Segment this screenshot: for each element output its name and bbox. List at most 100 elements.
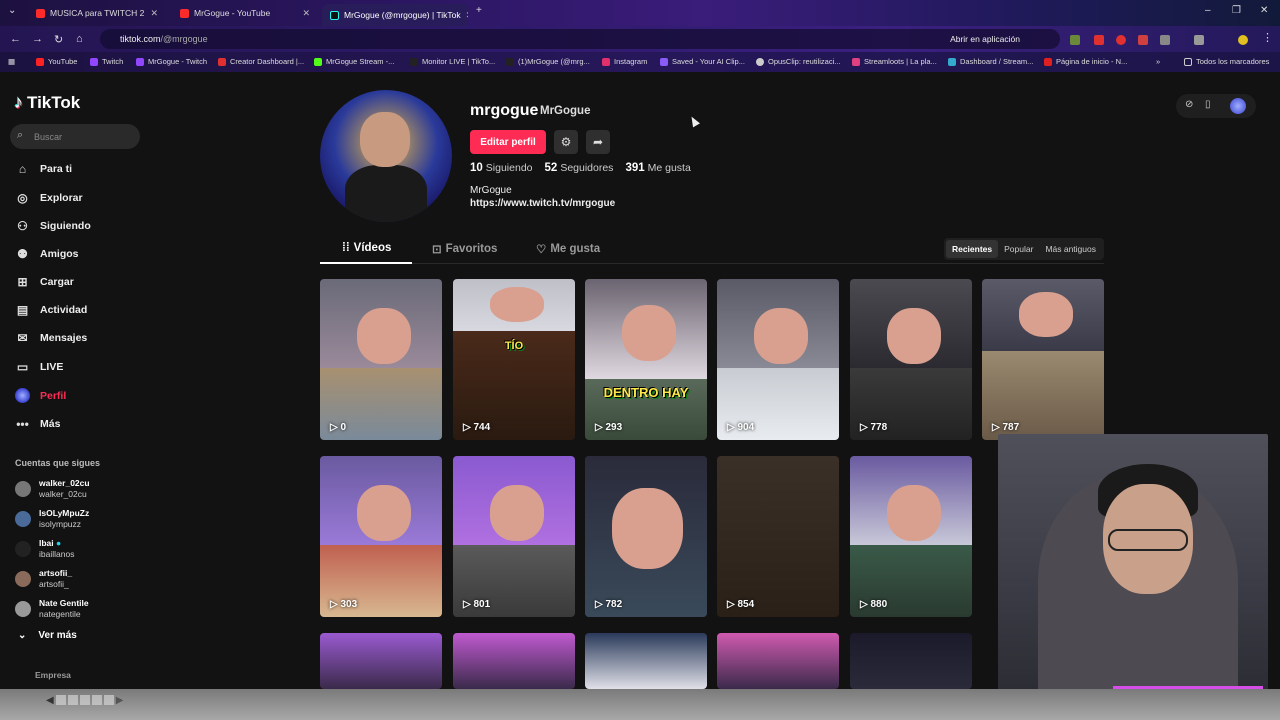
video-thumbnail[interactable] (320, 633, 442, 689)
tab-liked[interactable]: ♡ Me gusta (536, 242, 600, 256)
extension-icon[interactable] (1094, 35, 1104, 45)
new-tab-icon[interactable]: + (476, 5, 482, 16)
forward-icon[interactable]: → (32, 33, 43, 45)
sort-recent[interactable]: Recientes (945, 240, 999, 258)
browser-tab-music[interactable]: MUSICA para TWITCH 2 ✕ (28, 3, 166, 23)
download-icon[interactable] (1194, 35, 1204, 45)
extension-icon[interactable] (1138, 35, 1148, 45)
sort-popular[interactable]: Popular (998, 240, 1039, 258)
share-icon[interactable]: ➦ (586, 130, 610, 154)
nav-cargar[interactable]: ⊞ Cargar (15, 275, 73, 289)
next-icon[interactable]: ▶ (116, 695, 124, 706)
minimize-icon[interactable]: – (1205, 5, 1211, 16)
upload-icon: ⊞ (17, 275, 28, 289)
bookmark-item[interactable]: MrGogue - Twitch (136, 57, 207, 66)
profile-avatar[interactable] (320, 90, 452, 222)
see-more-button[interactable]: ⌄ Ver más (18, 630, 77, 641)
tab-favorites[interactable]: ⊡ Favoritos (432, 242, 497, 256)
menu-kebab-icon[interactable]: ⋮ (1262, 31, 1273, 44)
tab-videos[interactable]: ⁞⁞ Vídeos (342, 242, 391, 254)
bio-link[interactable]: https://www.twitch.tv/mrgogue (470, 197, 615, 210)
video-thumbnail[interactable]: ▷ 0 (320, 279, 442, 440)
bookmark-label: OpusClip: reutilizaci... (768, 57, 841, 66)
following-stat[interactable]: 10 Siguiendo (470, 162, 533, 174)
video-thumbnail[interactable]: TÍO ▷ 744 (453, 279, 575, 440)
video-thumbnail[interactable]: ▷ 854 (717, 456, 839, 617)
bookmarks-overflow-icon[interactable]: » (1156, 57, 1160, 66)
home-browser-icon[interactable]: ⌂ (76, 33, 83, 45)
nav-perfil[interactable]: Perfil (15, 388, 66, 403)
bookmark-item[interactable]: OpusClip: reutilizaci... (756, 57, 841, 66)
nav-mensajes[interactable]: ✉ Mensajes (15, 331, 87, 345)
open-in-app-button[interactable]: Abrir en aplicación (950, 34, 1020, 44)
tiktok-logo[interactable]: ♪ TikTok (14, 92, 80, 113)
back-icon[interactable]: ← (10, 33, 21, 45)
bookmark-item[interactable]: Creator Dashboard |... (218, 57, 304, 66)
bookmark-item[interactable]: (1)MrGogue (@mrg... (506, 57, 590, 66)
extension-icon[interactable] (1070, 35, 1080, 45)
maximize-icon[interactable]: ❐ (1232, 5, 1241, 16)
browser-tab-tiktok[interactable]: MrGogue (@mrgogue) | TikTok ✕ (322, 4, 468, 26)
nav-siguiendo[interactable]: ⚇ Siguiendo (15, 219, 91, 233)
tab-search-icon[interactable]: ⌄ (8, 5, 16, 16)
company-link[interactable]: Empresa (35, 670, 71, 680)
video-thumbnail[interactable]: ▷ 787 (982, 279, 1104, 440)
close-tab-icon[interactable]: ✕ (150, 8, 158, 19)
tiktok-page: ♪ TikTok ⌕ ⌂ Para ti ◎ Explorar ⚇ Siguiendo… (0, 72, 1280, 720)
reload-icon[interactable]: ↻ (54, 33, 63, 46)
nav-amigos[interactable]: ⚉ Amigos (15, 247, 78, 261)
edit-profile-button[interactable]: Editar perfil (470, 130, 546, 154)
more-icon: ••• (16, 417, 29, 431)
nav-actividad[interactable]: ▤ Actividad (15, 303, 87, 317)
bookmark-item[interactable]: MrGogue Stream -... (314, 57, 394, 66)
bookmark-item[interactable]: Streamloots | La pla... (852, 57, 937, 66)
address-bar[interactable]: tiktok.com/@mrgogue Abrir en aplicación (100, 29, 1060, 49)
nav-para-ti[interactable]: ⌂ Para ti (15, 162, 72, 176)
following-account[interactable]: artsofii_ artsofii_ (15, 568, 72, 590)
search-box[interactable]: ⌕ (10, 124, 140, 149)
extensions-puzzle-icon[interactable] (1160, 35, 1170, 45)
video-thumbnail[interactable]: ▷ 778 (850, 279, 972, 440)
bookmark-item[interactable]: YouTube (36, 57, 77, 66)
bookmark-item[interactable]: Monitor LIVE | TikTo... (410, 57, 495, 66)
close-window-icon[interactable]: ✕ (1260, 5, 1268, 16)
following-account[interactable]: walker_02cu walker_02cu (15, 478, 90, 500)
nav-live[interactable]: ▭ LIVE (15, 360, 64, 374)
bookmark-item[interactable]: Instagram (602, 57, 647, 66)
compass-small-icon[interactable]: ⊘ (1185, 99, 1193, 110)
video-thumbnail[interactable]: ▷ 801 (453, 456, 575, 617)
bookmark-item[interactable]: Saved - Your AI Clip... (660, 57, 745, 66)
browser-tab-youtube[interactable]: MrGogue - YouTube ✕ (172, 3, 318, 23)
following-account[interactable]: IsOLyMpuZz isolympuzz (15, 508, 89, 530)
video-thumbnail[interactable] (717, 633, 839, 689)
settings-gear-icon[interactable]: ⚙ (554, 130, 578, 154)
user-avatar-icon[interactable] (1230, 98, 1246, 114)
apps-grid-icon[interactable]: ▦ (8, 57, 15, 66)
close-tab-icon[interactable]: ✕ (302, 8, 310, 19)
following-account[interactable]: Ibai ● ibaillanos (15, 538, 74, 560)
profile-avatar-browser-icon[interactable] (1238, 35, 1248, 45)
close-tab-icon[interactable]: ✕ (466, 10, 468, 21)
previous-icon[interactable]: ◀ (46, 695, 54, 706)
video-thumbnail[interactable]: DENTRO HAY ▷ 293 (585, 279, 707, 440)
phone-icon[interactable]: ▯ (1205, 99, 1211, 110)
nav-explorar[interactable]: ◎ Explorar (15, 191, 82, 205)
all-bookmarks[interactable]: Todos los marcadores (1184, 57, 1269, 66)
followers-stat[interactable]: 52 Seguidores (545, 162, 614, 174)
video-thumbnail[interactable] (850, 633, 972, 689)
seek-controls[interactable]: ◀ ▶ (46, 694, 178, 706)
video-thumbnail[interactable]: ▷ 904 (717, 279, 839, 440)
extension-icon[interactable] (1116, 35, 1126, 45)
video-thumbnail[interactable]: ▷ 303 (320, 456, 442, 617)
video-thumbnail[interactable] (453, 633, 575, 689)
bookmark-item[interactable]: Dashboard / Stream... (948, 57, 1033, 66)
video-thumbnail[interactable] (585, 633, 707, 689)
search-input[interactable] (34, 128, 134, 145)
bookmark-item[interactable]: Página de inicio - N... (1044, 57, 1127, 66)
video-thumbnail[interactable]: ▷ 782 (585, 456, 707, 617)
video-thumbnail[interactable]: ▷ 880 (850, 456, 972, 617)
following-account[interactable]: Nate Gentile nategentile (15, 598, 89, 620)
bookmark-item[interactable]: Twitch (90, 57, 123, 66)
nav-mas[interactable]: ••• Más (15, 417, 60, 431)
sort-oldest[interactable]: Más antiguos (1039, 240, 1102, 258)
